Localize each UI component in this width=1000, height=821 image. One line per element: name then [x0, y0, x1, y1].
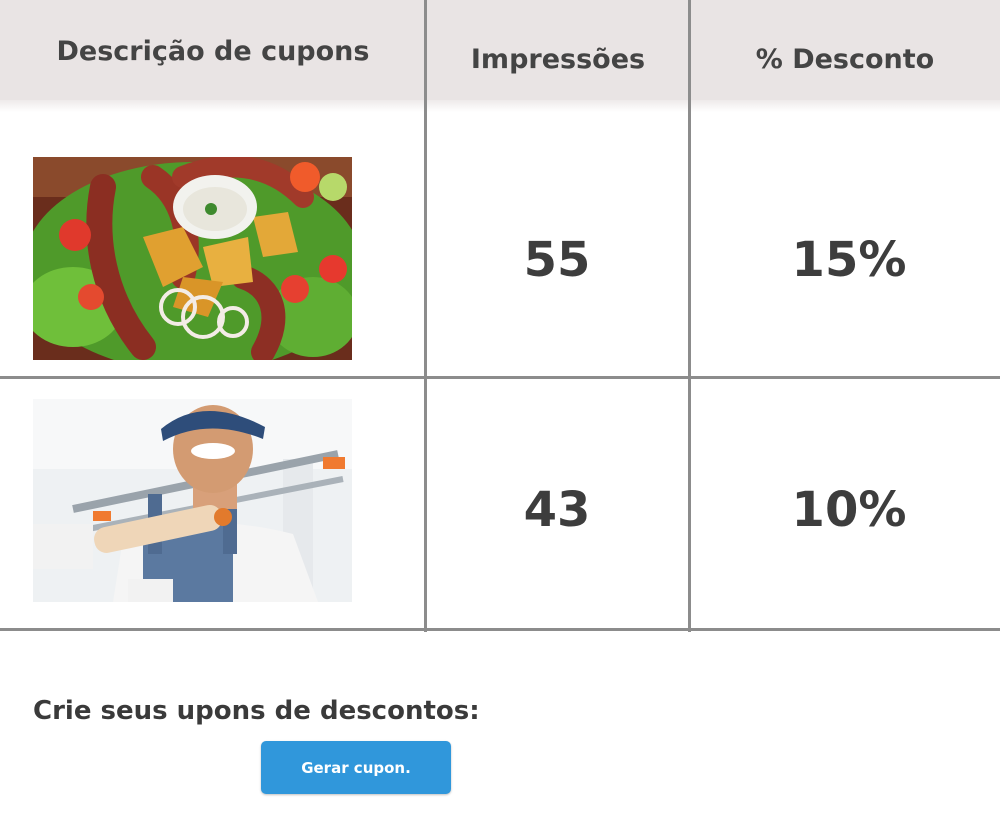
row-divider [0, 376, 1000, 379]
column-header-description: Descrição de cupons [56, 35, 370, 67]
painter-worker-image [33, 399, 352, 602]
discount-value: 10% [791, 482, 907, 538]
generate-coupon-button[interactable]: Gerar cupon. [261, 741, 451, 794]
row-divider [0, 628, 1000, 631]
column-header-discount: % Desconto [755, 43, 935, 75]
impressions-value: 43 [523, 482, 591, 538]
impressions-value: 55 [523, 232, 591, 288]
food-platter-image [33, 157, 352, 360]
discount-value: 15% [791, 232, 907, 288]
create-coupon-prompt: Crie seus upons de descontos: [33, 696, 480, 726]
column-header-impressions: Impressões [470, 43, 646, 75]
